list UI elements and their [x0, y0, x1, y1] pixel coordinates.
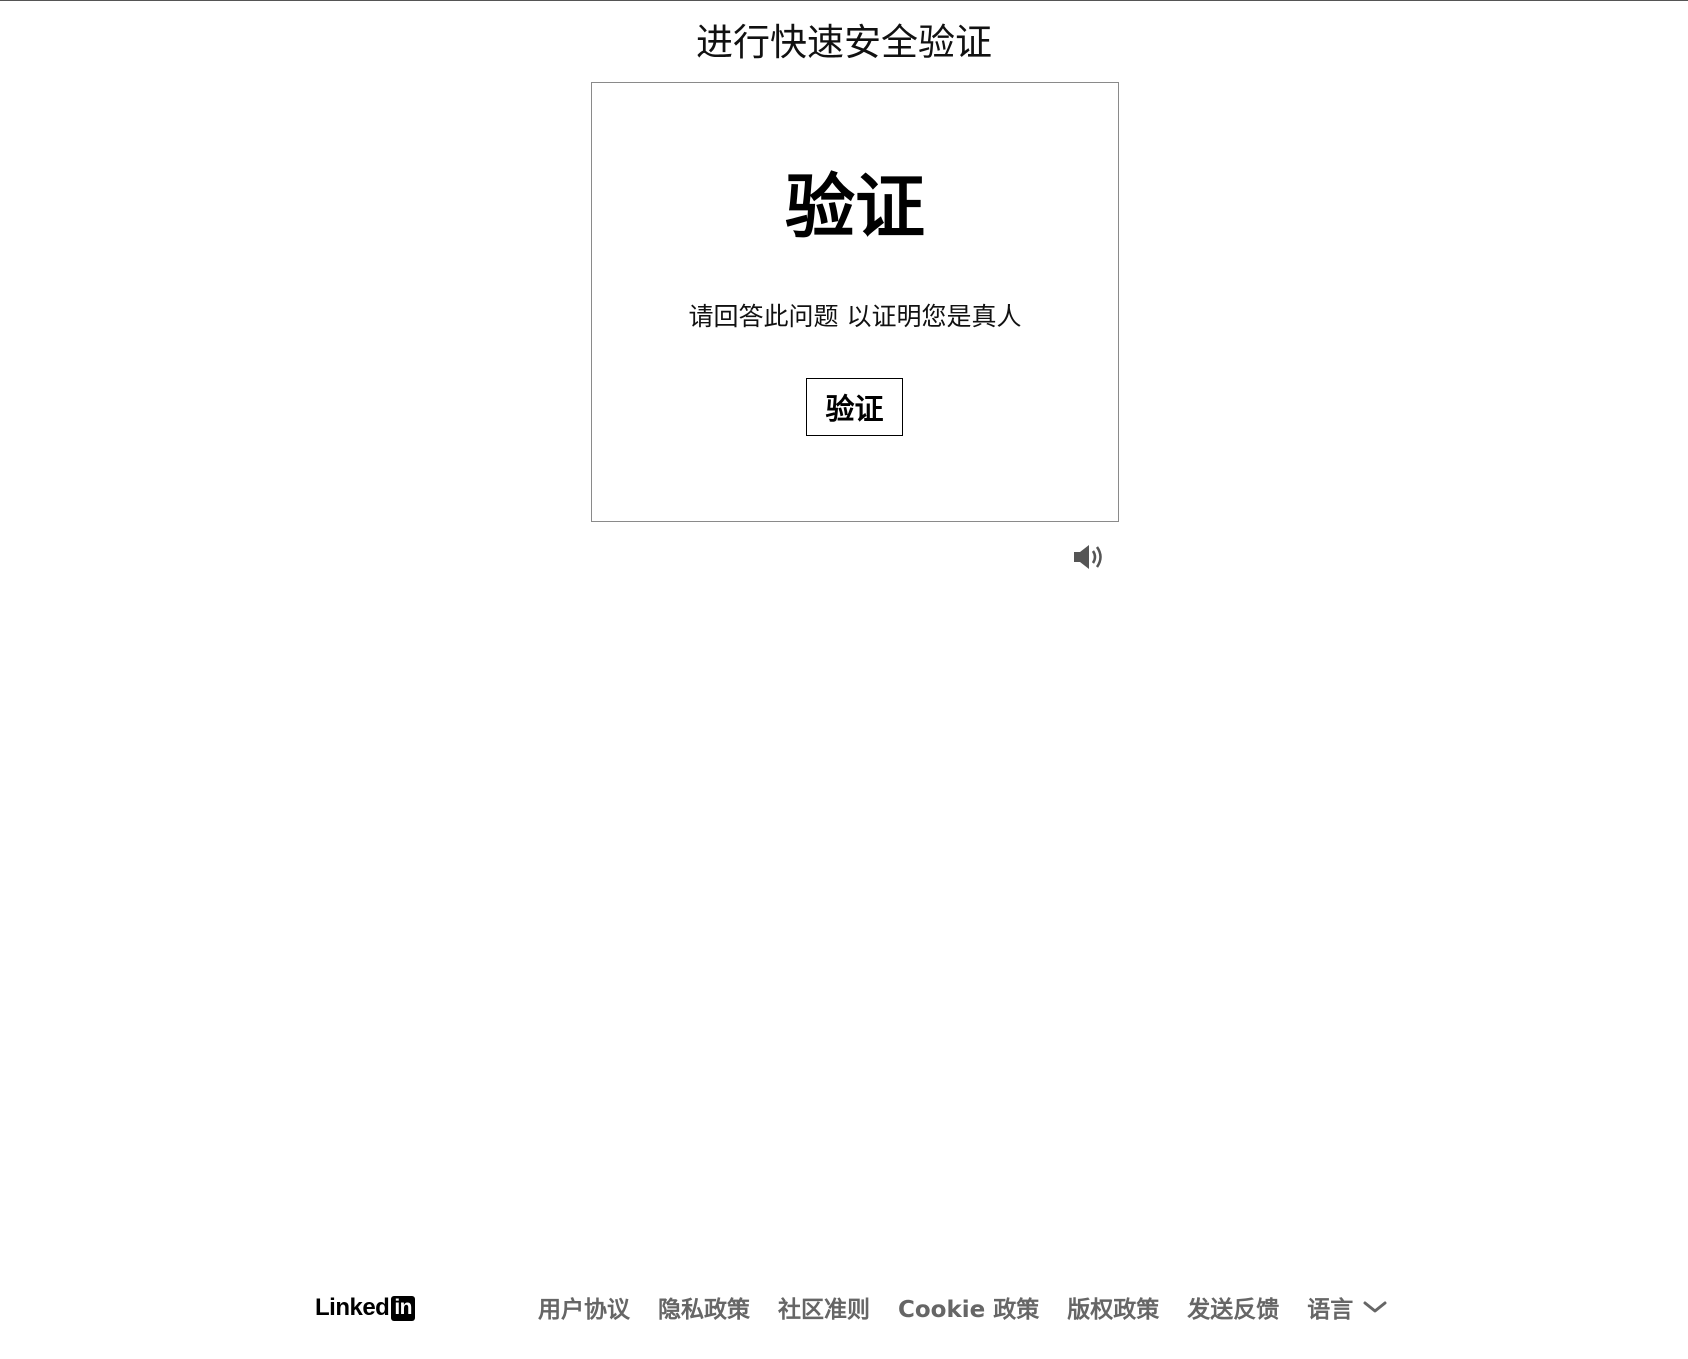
- challenge-frame: 验证 请回答此问题 以证明您是真人 验证: [591, 82, 1119, 522]
- logo-in-box: in: [391, 1295, 416, 1321]
- page: 进行快速安全验证 验证 请回答此问题 以证明您是真人 验证 Linked in …: [0, 0, 1688, 1359]
- verify-button[interactable]: 验证: [806, 378, 903, 436]
- footer: Linked in 用户协议 隐私政策 社区准则 Cookie 政策 版权政策 …: [0, 1287, 1688, 1337]
- speaker-icon: [1074, 545, 1102, 569]
- chevron-down-icon: [1363, 1300, 1387, 1314]
- language-select[interactable]: 语言: [1307, 1290, 1387, 1324]
- challenge-heading: 验证: [785, 166, 925, 248]
- footer-link-send-feedback[interactable]: 发送反馈: [1187, 1290, 1279, 1324]
- footer-link-copyright-policy[interactable]: 版权政策: [1067, 1290, 1159, 1324]
- audio-challenge-button[interactable]: [1070, 539, 1110, 575]
- challenge-instruction: 请回答此问题 以证明您是真人: [688, 302, 1022, 331]
- linkedin-logo[interactable]: Linked in: [315, 1293, 416, 1323]
- footer-link-cookie-policy[interactable]: Cookie 政策: [898, 1290, 1039, 1324]
- page-title: 进行快速安全验证: [696, 21, 992, 64]
- language-label: 语言: [1307, 1297, 1354, 1323]
- footer-link-user-agreement[interactable]: 用户协议: [538, 1290, 630, 1324]
- logo-text: Linked: [315, 1294, 390, 1321]
- footer-link-community-guidelines[interactable]: 社区准则: [778, 1290, 870, 1324]
- footer-links: 用户协议 隐私政策 社区准则 Cookie 政策 版权政策 发送反馈 语言: [538, 1287, 1387, 1327]
- footer-link-privacy-policy[interactable]: 隐私政策: [658, 1290, 750, 1324]
